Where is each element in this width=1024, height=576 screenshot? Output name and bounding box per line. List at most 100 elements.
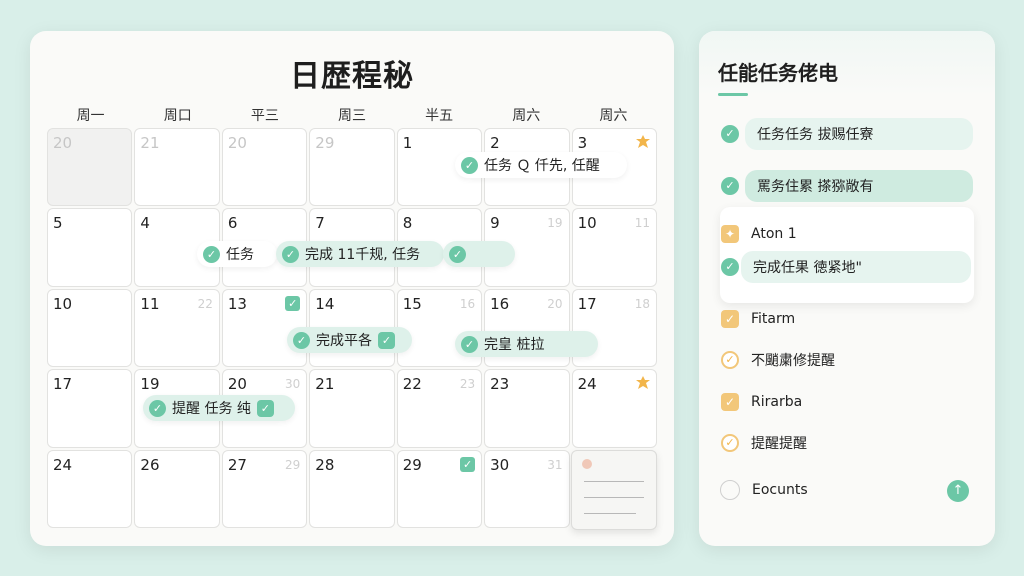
calendar-day-cell[interactable]: 17 [47, 369, 133, 448]
calendar-day-cell[interactable]: 30 31 [484, 449, 570, 528]
day-number: 20 [53, 134, 73, 152]
task-label: 任务任务 拔赐任寮 [745, 118, 973, 150]
day-number: 26 [140, 455, 160, 474]
calendar-day-cell[interactable]: 24 [47, 449, 133, 528]
task-item[interactable]: ✓ 罵务住累 搽猕敞有 [721, 170, 973, 202]
calendar-event[interactable]: ✓ 完成 11千规, 任务 [276, 241, 444, 267]
calendar-day-cell[interactable]: 20 [221, 128, 308, 207]
calendar-day-cell[interactable]: 27 29 [221, 449, 308, 528]
check-circle-icon: ✓ [721, 434, 739, 452]
day-number: 9 [490, 214, 500, 233]
weekday-label: 周六 [599, 108, 628, 124]
calendar-event[interactable]: ✓ 完皇 桩拉 [455, 331, 598, 357]
check-icon: ✓ [293, 331, 310, 349]
calendar-day-cell[interactable]: 21 [134, 128, 220, 207]
day-number: 13 [227, 294, 247, 313]
calendar-day-cell[interactable]: 10 [47, 288, 133, 368]
empty-checkbox-icon[interactable] [720, 480, 740, 500]
day-number: 10 [53, 294, 73, 313]
task-item[interactable]: ✓ 不颵粛修提醒 [721, 344, 847, 376]
title-underline [718, 93, 748, 96]
check-icon: ✓ [256, 399, 274, 417]
day-number: 30 [490, 455, 510, 474]
check-icon: ✓ [461, 156, 478, 174]
day-secondary-number: 11 [634, 216, 650, 231]
weekday-label: 周一 [76, 108, 105, 124]
task-item[interactable]: ✦ Aton 1 [721, 218, 809, 250]
calendar-day-cell[interactable]: 24 [571, 369, 657, 448]
task-label: Eocunts [752, 482, 808, 498]
calendar-event[interactable]: ✓ 提醒 任务 纯 ✓ [143, 395, 295, 421]
day-secondary-number: 16 [459, 296, 476, 311]
check-icon: ✓ [203, 245, 220, 263]
weekday-label: 周六 [512, 108, 541, 124]
day-number: 16 [490, 294, 510, 313]
calendar-day-cell[interactable]: 11 22 [134, 288, 220, 368]
day-number: 1 [402, 134, 413, 152]
day-secondary-number: 23 [459, 377, 476, 392]
day-number: 11 [140, 294, 160, 313]
check-icon: ✓ [721, 177, 739, 195]
day-secondary-number: 20 [547, 296, 563, 311]
day-number: 21 [140, 134, 160, 152]
day-number: 17 [577, 294, 597, 313]
check-icon: ✓ [282, 245, 299, 263]
day-secondary-number: 18 [634, 296, 650, 311]
day-number: 20 [227, 375, 247, 394]
calendar-event[interactable]: ✓ 任务 [197, 241, 277, 267]
day-number: 17 [53, 375, 73, 394]
calendar-event[interactable]: ✓ 任务 Ｑ 仟先, 任醒 [455, 152, 627, 178]
day-number: 5 [53, 214, 63, 233]
task-item[interactable]: ✓ Rirarba [721, 386, 814, 418]
checkbox-icon: ✓ [721, 310, 739, 328]
day-number: 28 [315, 455, 335, 474]
sticky-note[interactable] [571, 450, 657, 530]
check-icon: ✓ [449, 245, 466, 263]
task-label: 罵务住累 搽猕敞有 [745, 170, 973, 202]
arrow-up-button[interactable]: ↑ [947, 480, 969, 502]
note-line [584, 513, 636, 514]
event-label: 任务 Ｑ 仟先, 任醒 [484, 158, 600, 174]
calendar-day-cell[interactable]: 28 [309, 449, 395, 528]
day-number: 24 [53, 455, 73, 474]
day-number: 27 [227, 455, 247, 474]
task-item[interactable]: Eocunts [720, 474, 820, 506]
task-item[interactable]: ✓ 完成任果 徳紧地" [721, 251, 971, 283]
calendar-day-cell[interactable]: 29 [309, 128, 395, 207]
task-label: 提醒提醒 [751, 436, 807, 452]
day-number: 20 [227, 134, 247, 152]
task-item[interactable]: ✓ Fitarm [721, 303, 807, 335]
weekday-label: 周三 [337, 108, 366, 124]
event-label: 完成平各 [316, 333, 372, 349]
calendar-day-cell[interactable]: 10 11 [571, 208, 657, 287]
day-number: 3 [577, 134, 588, 152]
calendar-event[interactable]: ✓ 完成平各 ✓ [287, 327, 412, 353]
day-number: 8 [402, 214, 413, 233]
calendar-day-cell[interactable]: 20 [47, 128, 133, 207]
task-item[interactable]: ✓ 提醒提醒 [721, 427, 819, 459]
calendar-event-continuation[interactable]: ✓ [443, 241, 515, 267]
calendar-day-cell[interactable]: 29 ✓ [396, 449, 483, 528]
check-icon: ✓ [378, 331, 395, 349]
sidebar-title: 任能任务佬电 [718, 61, 838, 85]
maple-leaf-icon [636, 376, 650, 390]
calendar-day-cell[interactable]: 26 [134, 449, 220, 528]
event-label: 完成 11千规, 任务 [305, 247, 421, 263]
task-item[interactable]: ✓ 任务任务 拔赐任寮 [721, 118, 973, 150]
task-label: 完成任果 徳紧地" [741, 251, 971, 283]
weekday-label: 半五 [425, 108, 454, 124]
checkbox-icon: ✓ [721, 393, 739, 411]
calendar-day-cell[interactable]: 21 [309, 369, 395, 448]
check-icon: ✓ [721, 258, 739, 276]
day-secondary-number: 31 [547, 457, 563, 472]
day-number: 22 [402, 375, 422, 394]
task-label: Aton 1 [751, 226, 797, 242]
day-secondary-number: 19 [547, 216, 563, 231]
calendar-day-cell[interactable]: 22 23 [396, 369, 483, 448]
day-number: 24 [577, 375, 597, 394]
calendar-day-cell[interactable]: 23 [484, 369, 570, 448]
maple-leaf-icon: ✦ [721, 225, 739, 243]
calendar-day-cell[interactable]: 5 [47, 208, 133, 287]
check-icon: ✓ [461, 335, 478, 353]
check-circle-icon: ✓ [721, 351, 739, 369]
